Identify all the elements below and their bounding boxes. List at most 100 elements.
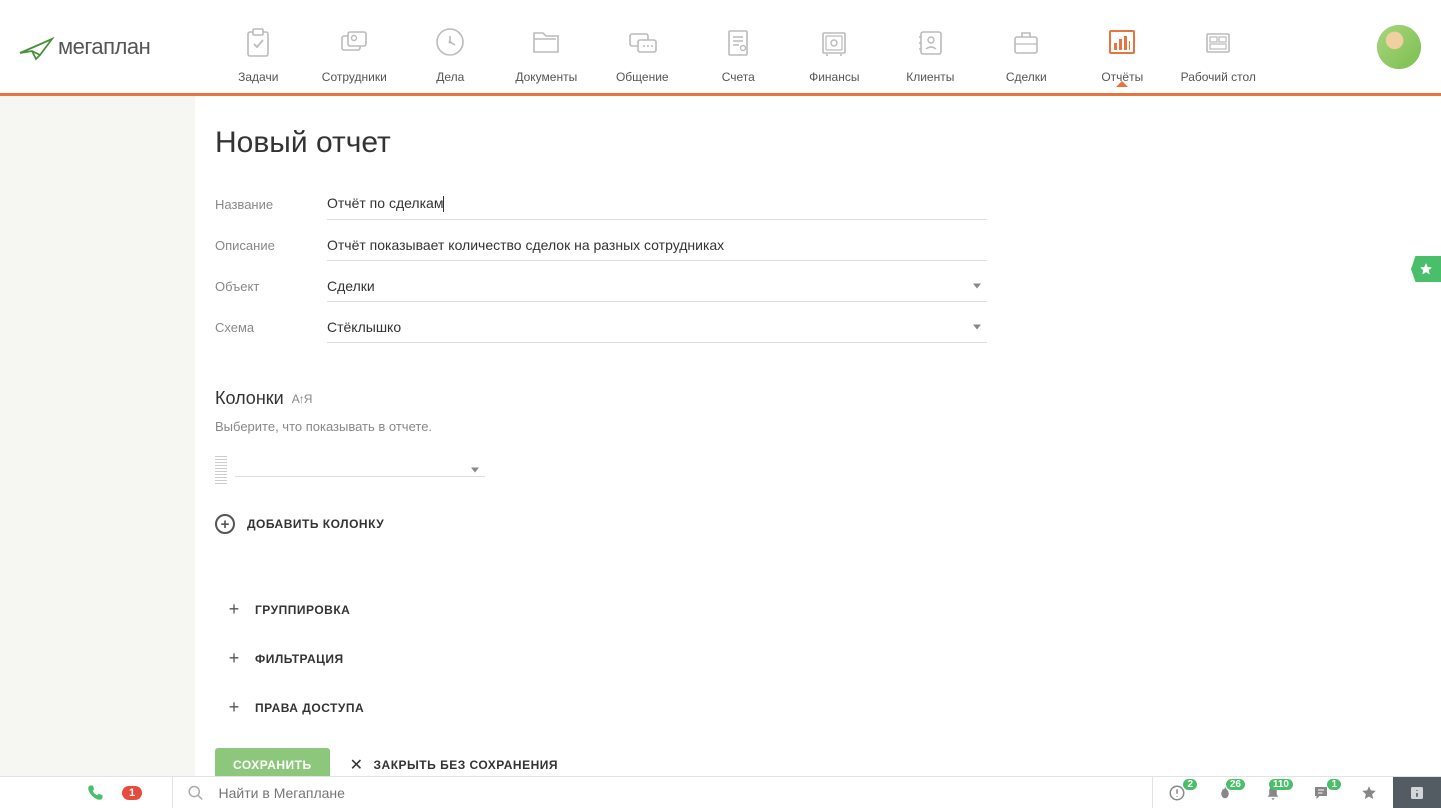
filtering-label: ФИЛЬТРАЦИЯ (255, 652, 344, 666)
column-select[interactable] (235, 464, 485, 477)
field-name[interactable]: Отчёт по сделкам (327, 188, 987, 220)
nav-label: Счета (722, 70, 755, 84)
global-search[interactable] (172, 777, 1153, 808)
bell-badge: 110 (1269, 779, 1293, 790)
user-avatar[interactable] (1377, 25, 1421, 69)
nav-reports[interactable]: Отчёты (1074, 10, 1170, 84)
plus-icon: + (227, 648, 241, 669)
grouping-label: ГРУППИРОВКА (255, 603, 350, 617)
name-value: Отчёт по сделкам (327, 195, 443, 211)
nav-label: Сотрудники (322, 70, 387, 84)
nav-desktop[interactable]: Рабочий стол (1170, 10, 1266, 84)
chat-icon-button[interactable]: 1 (1297, 777, 1345, 808)
nav-label: Клиенты (906, 70, 954, 84)
employees-icon (330, 22, 378, 62)
brand-text: мегаплан (58, 34, 150, 60)
cancel-label: ЗАКРЫТЬ БЕЗ СОХРАНЕНИЯ (374, 758, 558, 772)
logo[interactable]: мегаплан (18, 33, 150, 61)
fire-icon-button[interactable]: 26 (1201, 777, 1249, 808)
chart-icon (1098, 22, 1146, 62)
description-value: Отчёт показывает количество сделок на ра… (327, 237, 724, 253)
briefcase-icon (1002, 22, 1050, 62)
scheme-value: Стёклышко (327, 319, 401, 335)
paper-plane-icon (18, 33, 58, 61)
search-input[interactable] (219, 785, 1152, 801)
star-icon (1360, 784, 1378, 802)
sort-az-icon[interactable]: А↑Я (292, 392, 312, 406)
nav-label: Финансы (809, 70, 859, 84)
search-icon (187, 784, 204, 802)
cancel-button[interactable]: ✕ ЗАКРЫТЬ БЕЗ СОХРАНЕНИЯ (350, 755, 558, 775)
columns-title: Колонки А↑Я (215, 388, 1401, 409)
nav-deals[interactable]: Сделки (978, 10, 1074, 84)
nav-employees[interactable]: Сотрудники (306, 10, 402, 84)
plus-icon: + (227, 697, 241, 718)
nav-label: Документы (515, 70, 577, 84)
tasks-icon (234, 22, 282, 62)
sidebar (0, 96, 195, 782)
safe-icon (810, 22, 858, 62)
system-icon-button[interactable] (1393, 777, 1441, 808)
columns-title-text: Колонки (215, 388, 284, 409)
nav-label: Задачи (238, 70, 278, 84)
field-scheme[interactable]: Стёклышко (327, 312, 987, 343)
chat-badge: 1 (1327, 779, 1341, 790)
top-nav: Задачи Сотрудники Дела Документы Общение… (210, 10, 1266, 84)
addressbook-icon (906, 22, 954, 62)
nav-label: Дела (436, 70, 464, 84)
section-grouping[interactable]: + ГРУППИРОВКА (227, 599, 1401, 620)
chat-icon (618, 22, 666, 62)
permissions-label: ПРАВА ДОСТУПА (255, 701, 364, 715)
folder-icon (522, 22, 570, 62)
row-name: Название Отчёт по сделкам (215, 188, 1401, 220)
label-object: Объект (215, 279, 327, 294)
add-column-label: ДОБАВИТЬ КОЛОНКУ (247, 517, 384, 531)
feedback-tab[interactable] (1411, 256, 1441, 282)
chevron-down-icon (973, 284, 981, 289)
columns-subtitle: Выберите, что показывать в отчете. (215, 419, 1401, 434)
nav-label: Сделки (1006, 70, 1047, 84)
info-icon (1408, 784, 1426, 802)
phone-widget[interactable]: 1 (86, 784, 142, 802)
column-picker (215, 456, 1401, 484)
nav-label: Рабочий стол (1181, 70, 1256, 84)
phone-icon (86, 784, 104, 802)
chevron-down-icon (973, 325, 981, 330)
label-name: Название (215, 197, 327, 212)
nav-communication[interactable]: Общение (594, 10, 690, 84)
favorite-icon-button[interactable] (1345, 777, 1393, 808)
label-scheme: Схема (215, 320, 327, 335)
row-description: Описание Отчёт показывает количество сде… (215, 230, 1401, 261)
page-title: Новый отчет (215, 126, 1401, 160)
drag-handle-icon[interactable] (215, 456, 227, 484)
row-object: Объект Сделки (215, 271, 1401, 302)
close-icon: ✕ (350, 755, 364, 775)
nav-clients[interactable]: Клиенты (882, 10, 978, 84)
nav-tasks[interactable]: Задачи (210, 10, 306, 84)
text-cursor (443, 196, 444, 212)
nav-label: Отчёты (1101, 70, 1143, 84)
nav-finance[interactable]: Финансы (786, 10, 882, 84)
bell-icon-button[interactable]: 110 (1249, 777, 1297, 808)
label-description: Описание (215, 238, 327, 253)
field-description[interactable]: Отчёт показывает количество сделок на ра… (327, 230, 987, 261)
chevron-down-icon (471, 467, 479, 472)
section-filtering[interactable]: + ФИЛЬТРАЦИЯ (227, 648, 1401, 669)
section-permissions[interactable]: + ПРАВА ДОСТУПА (227, 697, 1401, 718)
add-column-button[interactable]: + ДОБАВИТЬ КОЛОНКУ (215, 514, 1401, 534)
nav-affairs[interactable]: Дела (402, 10, 498, 84)
bottombar: 1 2 26 110 1 (0, 776, 1441, 808)
plus-circle-icon: + (215, 514, 235, 534)
header: мегаплан Задачи Сотрудники Дела Документ… (0, 0, 1441, 96)
content: Новый отчет Название Отчёт по сделкам Оп… (195, 96, 1441, 782)
nav-invoices[interactable]: Счета (690, 10, 786, 84)
phone-badge: 1 (122, 786, 142, 800)
star-icon (1419, 262, 1433, 276)
dashboard-icon (1194, 22, 1242, 62)
alerts-icon-button[interactable]: 2 (1153, 777, 1201, 808)
nav-documents[interactable]: Документы (498, 10, 594, 84)
field-object[interactable]: Сделки (327, 271, 987, 302)
main: Новый отчет Название Отчёт по сделкам Оп… (0, 96, 1441, 782)
object-value: Сделки (327, 278, 375, 294)
plus-icon: + (227, 599, 241, 620)
